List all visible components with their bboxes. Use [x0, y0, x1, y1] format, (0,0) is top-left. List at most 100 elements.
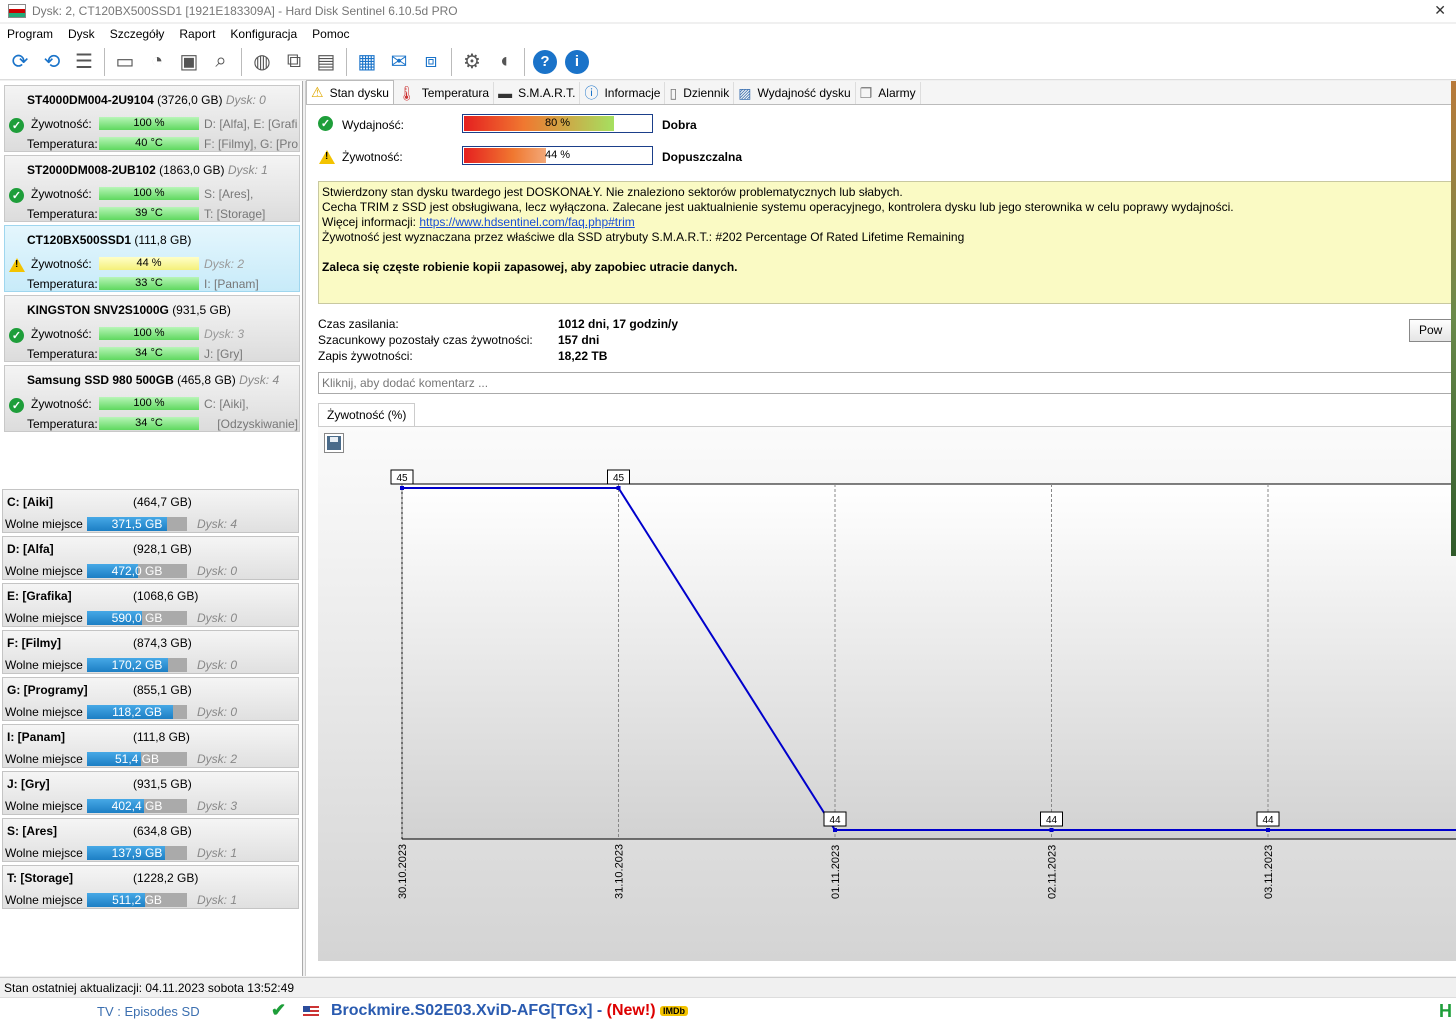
app-icon	[8, 4, 26, 18]
tab-stan-dysku[interactable]: ⚠ Stan dysku	[306, 80, 394, 104]
disk-list-icon[interactable]: ☰	[70, 48, 98, 76]
partition-item[interactable]: G: [Programy] (855,1 GB) Wolne miejsce 118,…	[2, 677, 299, 721]
gear-icon[interactable]: ⚙	[458, 48, 486, 76]
network-disk-icon[interactable]: ◍	[248, 48, 276, 76]
partition-item[interactable]: S: [Ares] (634,8 GB) Wolne miejsce 137,9 GB…	[2, 818, 299, 862]
disk-item[interactable]: Samsung SSD 980 500GB (465,8 GB) Dysk: 4…	[4, 365, 300, 432]
disk-item-selected[interactable]: CT120BX500SSD1 (111,8 GB) Żywotność: Tem…	[4, 225, 300, 292]
disk-partitions: S: [Ares],	[204, 187, 254, 201]
tab-smart[interactable]: ▬ S.M.A.R.T.	[494, 82, 581, 104]
tab-health-chart[interactable]: Żywotność (%)	[318, 403, 416, 427]
pages-icon: ❐	[859, 84, 873, 101]
partition-disk: Dysk: 0	[197, 564, 238, 578]
health-bar: 44 %	[462, 146, 653, 165]
disk-test-icon[interactable]: ▭	[111, 48, 139, 76]
ok-icon: ✓	[9, 398, 24, 413]
partition-size: (464,7 GB)	[133, 495, 192, 509]
partition-item[interactable]: D: [Alfa] (928,1 GB) Wolne miejsce 472,0 GB…	[2, 536, 299, 580]
disk-search-icon[interactable]: ⌕	[207, 48, 235, 76]
disk-number: Dysk: 3	[204, 327, 245, 341]
tab-dziennik[interactable]: ▯ Dziennik	[665, 82, 735, 104]
chart-area: 45 45 44 44 44 30.10.2023 31.10.2023 01.11.2023…	[318, 426, 1456, 961]
partition-size: (931,5 GB)	[133, 777, 192, 791]
performance-row: ✓	[318, 116, 333, 131]
partition-disk: Dysk: 0	[197, 611, 238, 625]
drive-icon[interactable]: ▤	[312, 48, 340, 76]
performance-label: Wydajność:	[342, 118, 404, 132]
network-icon[interactable]: ⧈	[417, 48, 445, 76]
free-space-label: Wolne miejsce	[5, 658, 83, 672]
ok-icon: ✓	[9, 188, 24, 203]
partition-item[interactable]: J: [Gry] (931,5 GB) Wolne miejsce 402,4 GB D…	[2, 771, 299, 815]
lifetime-writes: Zapis żywotności: 18,22 TB	[318, 349, 608, 363]
free-space-bar: 402,4 GB	[87, 799, 187, 813]
category-label: TV : Episodes SD	[97, 1004, 200, 1019]
toolbar-separator	[346, 47, 347, 76]
tab-informacje[interactable]: ⓘ Informacje	[580, 82, 666, 104]
remaining-lifetime: Szacunkowy pozostały czas żywotności: 157…	[318, 333, 600, 347]
free-space-bar: 137,9 GB	[87, 846, 187, 860]
info-line: Więcej informacji: https://www.hdsentine…	[322, 215, 635, 229]
background-window: TV : Episodes SD ✔ Brockmire.S02E03.XviD…	[0, 997, 1456, 1025]
comment-input[interactable]: Kliknij, aby dodać komentarz ...	[318, 372, 1456, 394]
menu-konfiguracja[interactable]: Konfiguracja	[223, 27, 305, 41]
disk-item[interactable]: KINGSTON SNV2S1000G (931,5 GB) ✓ Żywotno…	[4, 295, 300, 362]
data-label: 44	[823, 811, 847, 827]
partition-size: (855,1 GB)	[133, 683, 192, 697]
free-space-label: Wolne miejsce	[5, 564, 83, 578]
title-bar: Dysk: 2, CT120BX500SSD1 [1921E183309A] -…	[0, 0, 1456, 22]
disk-timer-icon[interactable]: ◔	[143, 48, 171, 76]
partition-item[interactable]: F: [Filmy] (874,3 GB) Wolne miejsce 170,2 G…	[2, 630, 299, 674]
temperature-label: Temperatura:	[27, 417, 98, 431]
report-icon[interactable]: ▦	[353, 48, 381, 76]
data-point	[1049, 828, 1054, 832]
temperature-label: Temperatura:	[27, 137, 98, 151]
menu-dysk[interactable]: Dysk	[61, 27, 103, 41]
partition-name: G: [Programy]	[7, 683, 88, 697]
info-icon[interactable]: i	[563, 48, 591, 76]
partition-item[interactable]: T: [Storage] (1228,2 GB) Wolne miejsce 511,…	[2, 865, 299, 909]
partition-name: F: [Filmy]	[7, 636, 61, 650]
performance-value: 80 %	[544, 117, 571, 129]
partition-item[interactable]: E: [Grafika] (1068,6 GB) Wolne miejsce 590,…	[2, 583, 299, 627]
faq-link[interactable]: https://www.hdsentinel.com/faq.php#trim	[419, 215, 634, 229]
disk-partitions: J: [Gry]	[204, 347, 243, 361]
recommendation-text: Zaleca się częste robienie kopii zapasow…	[322, 260, 738, 274]
release-title[interactable]: Brockmire.S02E03.XviD-AFG[TGx] - (New!) …	[331, 1002, 688, 1020]
partition-item[interactable]: C: [Aiki] (464,7 GB) Wolne miejsce 371,5 GB…	[2, 489, 299, 533]
refresh-all-icon[interactable]: ⟲	[38, 48, 66, 76]
pow-button[interactable]: Pow	[1409, 319, 1456, 342]
backup-icon[interactable]: ⧉	[280, 48, 308, 76]
disk-item[interactable]: ST2000DM008-2UB102 (1863,0 GB) Dysk: 1 ✓…	[4, 155, 300, 222]
svg-text:44: 44	[1262, 815, 1274, 826]
free-space-label: Wolne miejsce	[5, 846, 83, 860]
performance-rating: Dobra	[662, 118, 697, 132]
menu-pomoc[interactable]: Pomoc	[305, 27, 357, 41]
performance-bar: 80 %	[462, 114, 653, 133]
disk-partitions: I: [Panam]	[204, 277, 259, 291]
partition-disk: Dysk: 1	[197, 893, 238, 907]
close-icon[interactable]: ✕	[1434, 2, 1446, 19]
tab-temperatura[interactable]: 🌡 Temperatura	[394, 82, 495, 104]
sound-icon[interactable]: ◖	[490, 48, 518, 76]
help-icon[interactable]: ?	[531, 48, 559, 76]
partition-item[interactable]: I: [Panam] (111,8 GB) Wolne miejsce 51,4 GB…	[2, 724, 299, 768]
health-value: 44 %	[544, 149, 571, 161]
menu-szczegoly[interactable]: Szczegóły	[103, 27, 173, 41]
disk-number: Dysk: 2	[204, 257, 245, 271]
disk-item[interactable]: ST4000DM004-2U9104 (3726,0 GB) Dysk: 0 ✓…	[4, 85, 300, 152]
menu-raport[interactable]: Raport	[172, 27, 223, 41]
refresh-icon[interactable]: ⟳	[6, 48, 34, 76]
free-space-label: Wolne miejsce	[5, 517, 83, 531]
temperature-label: Temperatura:	[27, 347, 98, 361]
disk-name: Samsung SSD 980 500GB (465,8 GB) Dysk: 4	[27, 373, 280, 387]
info-line: Żywotność jest wyznaczana przez właściwe…	[322, 230, 965, 244]
tab-alarmy[interactable]: ❐ Alarmy	[856, 82, 921, 104]
x-tick-label: 01.11.2023	[830, 845, 842, 899]
svg-text:44: 44	[829, 815, 841, 826]
tab-wydajnosc-dysku[interactable]: ▨ Wydajność dysku	[734, 82, 856, 104]
menu-program[interactable]: Program	[0, 27, 61, 41]
email-icon[interactable]: ✉	[385, 48, 413, 76]
disk-check-icon[interactable]: ▣	[175, 48, 203, 76]
disk-partitions: D: [Alfa], E: [Grafik	[204, 117, 298, 131]
